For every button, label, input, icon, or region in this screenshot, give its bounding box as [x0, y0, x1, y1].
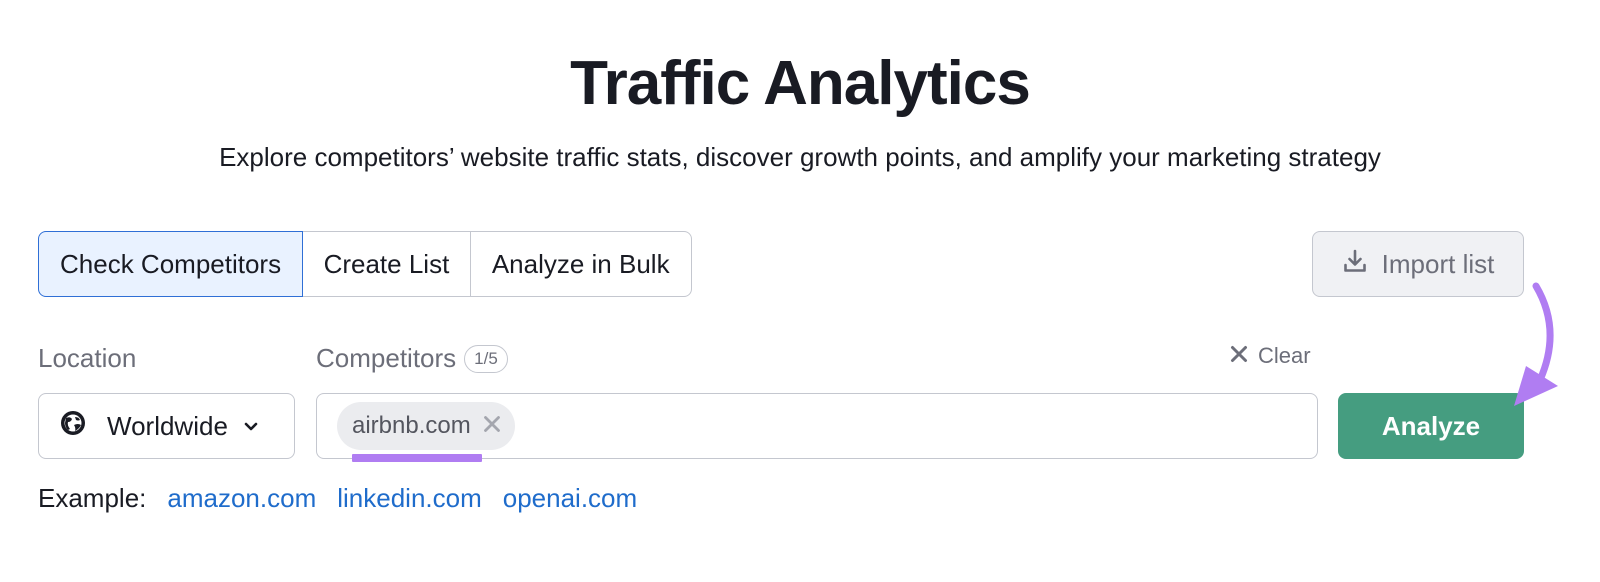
example-link-openai[interactable]: openai.com: [503, 483, 637, 514]
download-icon: [1342, 248, 1368, 281]
example-link-amazon[interactable]: amazon.com: [167, 483, 316, 514]
import-list-label: Import list: [1381, 248, 1495, 279]
competitor-chip: airbnb.com: [337, 402, 515, 450]
remove-chip-icon[interactable]: [483, 412, 501, 440]
mode-tabs: Check Competitors Create List Analyze in…: [38, 231, 692, 297]
location-label: Location: [38, 343, 137, 373]
examples-label: Example:: [38, 483, 147, 513]
analyze-button[interactable]: Analyze: [1338, 393, 1524, 459]
location-select[interactable]: Worldwide: [38, 393, 295, 459]
close-icon: [1230, 343, 1248, 369]
globe-icon: [59, 409, 87, 444]
annotation-arrow-icon: [1514, 282, 1558, 406]
competitor-count-badge: 1/5: [464, 344, 508, 373]
location-value: Worldwide: [107, 410, 228, 441]
clear-button[interactable]: Clear: [1230, 343, 1311, 369]
clear-label: Clear: [1258, 343, 1311, 368]
import-list-button[interactable]: Import list: [1312, 231, 1524, 297]
chevron-down-icon: [242, 411, 260, 442]
page-subtitle: Explore competitors’ website traffic sta…: [219, 142, 1381, 172]
example-link-linkedin[interactable]: linkedin.com: [337, 483, 482, 514]
tab-check-competitors[interactable]: Check Competitors: [38, 231, 304, 297]
tab-analyze-in-bulk[interactable]: Analyze in Bulk: [469, 231, 692, 297]
tab-create-list[interactable]: Create List: [301, 231, 472, 297]
competitor-chip-label: airbnb.com: [352, 412, 471, 439]
annotation-underline: [352, 454, 482, 462]
competitors-input[interactable]: airbnb.com: [316, 393, 1318, 459]
examples-row: Example: amazon.com linkedin.com openai.…: [38, 483, 637, 514]
page-title: Traffic Analytics: [570, 49, 1031, 118]
competitors-label-group: Competitors 1/5: [316, 343, 508, 374]
competitors-label: Competitors: [316, 343, 457, 373]
